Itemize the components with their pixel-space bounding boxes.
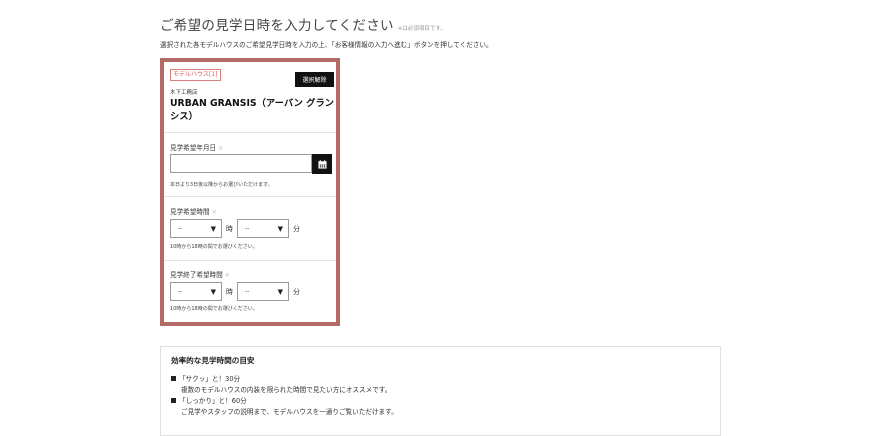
model-house-tag: モデルハウス[1] [170,69,221,81]
calendar-button[interactable] [312,154,332,174]
end-time-label-text: 見学終了希望時間 [170,271,223,279]
guide-title: 効率的な見学時間の目安 [171,356,255,365]
guide-item-label: 「サクッ」と！30分 [179,375,241,383]
required-mark: ※ [211,209,217,216]
divider [164,196,336,197]
start-minute-value: -- [245,225,250,232]
end-hour-value: -- [178,288,183,295]
visit-time-guide: 効率的な見学時間の目安 「サクッ」と！30分 複数のモデルハウスの内装を限られた… [160,346,721,436]
divider [164,260,336,261]
hour-unit: 時 [226,225,233,233]
visit-date-input[interactable] [170,154,312,173]
end-minute-value: -- [245,288,250,295]
guide-item-label: 「しっかり」と！60分 [179,397,247,405]
page-title-text: ご希望の見学日時を入力してください [160,18,394,34]
dropdown-arrow-icon: ▼ [210,288,216,296]
guide-item-desc: ご見学やスタッフの説明まで、モデルハウスを一通りご覧いただけます。 [181,408,398,416]
guide-item: 「しっかり」と！60分 [171,395,247,405]
guide-item-desc: 複数のモデルハウスの内装を限られた時間で見たい方にオススメです。 [181,386,392,394]
calendar-icon [317,159,327,169]
square-bullet-icon [171,376,176,381]
minute-unit: 分 [293,288,300,296]
start-time-hint: 10時から18時の間でお選びください。 [170,244,258,250]
dropdown-arrow-icon: ▼ [277,288,283,296]
dropdown-arrow-icon: ▼ [210,225,216,233]
house-name: URBAN GRANSIS（アーバン グランシス） [170,98,335,122]
dropdown-arrow-icon: ▼ [277,225,283,233]
hour-unit: 時 [226,288,233,296]
builder-name: 木下工務店 [170,90,198,96]
end-hour-select[interactable]: -- ▼ [170,282,222,301]
required-mark: ※ [224,272,230,279]
end-time-label: 見学終了希望時間 ※ [170,269,230,279]
date-label: 見学希望年月日 ※ [170,142,223,152]
start-time-label: 見学希望時間 ※ [170,206,217,216]
page-title: ご希望の見学日時を入力してください ※は必須項目です。 [160,14,446,34]
instruction-text: 選択された各モデルハウスのご希望見学日時を入力の上、「お客様情報の入力へ進む」ボ… [160,41,493,49]
start-time-label-text: 見学希望時間 [170,208,210,216]
start-minute-select[interactable]: -- ▼ [237,219,289,238]
required-note: ※は必須項目です。 [397,26,446,32]
model-house-card: モデルハウス[1] 選択解除 木下工務店 URBAN GRANSIS（アーバン … [160,58,340,326]
date-label-text: 見学希望年月日 [170,144,217,152]
required-mark: ※ [218,145,224,152]
guide-item: 「サクッ」と！30分 [171,373,240,383]
start-hour-select[interactable]: -- ▼ [170,219,222,238]
minute-unit: 分 [293,225,300,233]
start-hour-value: -- [178,225,183,232]
deselect-button[interactable]: 選択解除 [295,72,334,87]
end-minute-select[interactable]: -- ▼ [237,282,289,301]
end-time-hint: 10時から18時の間でお選びください。 [170,306,258,312]
divider [164,132,336,133]
square-bullet-icon [171,398,176,403]
date-hint: 本日より3日後以降からお選びいただけます。 [170,182,273,188]
